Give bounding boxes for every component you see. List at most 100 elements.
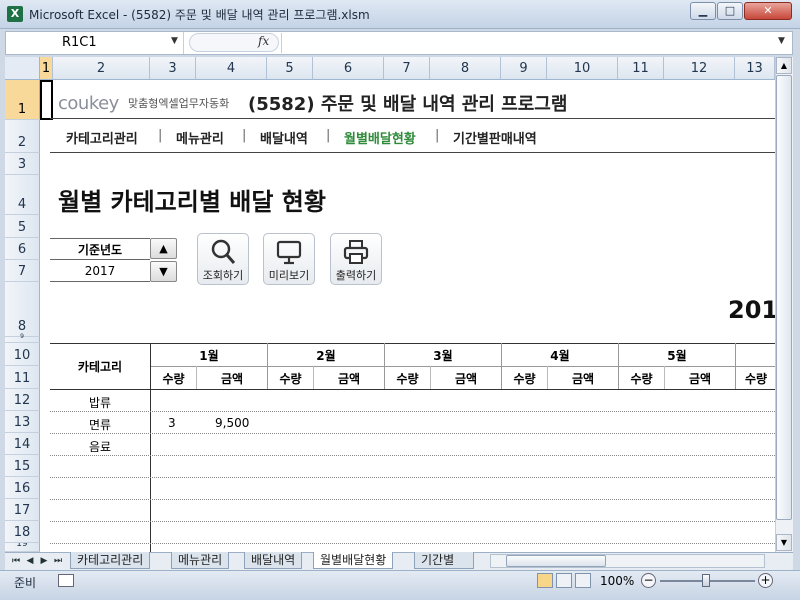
close-button[interactable]: ✕ [744,2,792,20]
zoom-level[interactable]: 100% [600,574,634,588]
nav-category-manage[interactable]: 카테고리관리 [66,128,138,147]
category-column-header: 카테고리 [77,360,123,374]
nav-menu-manage[interactable]: 메뉴관리 [176,128,224,147]
table-month-divider [150,366,775,367]
column-header[interactable]: 10 [547,57,618,80]
first-sheet-icon[interactable]: ⏮ [10,554,22,568]
vertical-scroll-thumb[interactable] [776,75,792,520]
maximize-button[interactable]: □ [717,2,743,20]
zoom-slider-handle[interactable] [702,574,710,587]
column-header[interactable]: 11 [618,57,664,80]
nav-separator: | [326,128,331,143]
active-cell-selection[interactable] [40,80,53,120]
zoom-in-button[interactable]: + [758,573,773,588]
column-header[interactable]: 7 [384,57,430,80]
row-divider [50,411,775,412]
column-header[interactable]: 8 [430,57,501,80]
month-header: 1월 [199,349,219,363]
row-header[interactable]: 3 [5,153,40,175]
qty-header: 수량 [513,372,536,386]
row-header[interactable]: 7 [5,260,40,282]
nav-period-sales[interactable]: 기간별판매내역 [453,128,537,147]
formula-input[interactable] [281,33,775,53]
row-header[interactable]: 5 [5,215,40,238]
row-header[interactable]: 19 [5,543,40,552]
qty-header: 수량 [630,372,653,386]
chevron-down-icon[interactable]: ▼ [171,36,178,46]
row-header[interactable]: 13 [5,411,40,433]
month-header: 5월 [667,349,687,363]
category-cell[interactable]: 면류 [50,416,150,433]
column-header[interactable]: 1 [40,57,53,80]
scroll-down-icon[interactable]: ▼ [776,534,792,551]
category-cell[interactable]: 밥류 [50,394,150,411]
row-header[interactable]: 16 [5,477,40,499]
row-header[interactable]: 2 [5,120,40,153]
page-layout-view-icon[interactable] [556,573,572,588]
sheet-tab-monthly[interactable]: 월별배달현황 [313,552,394,569]
header-divider [50,118,775,119]
amount-header: 금액 [220,372,244,386]
sheet-tab-period[interactable]: 기간별 [414,552,474,569]
amount-header: 금액 [337,372,361,386]
sheet-tab-menu[interactable]: 메뉴관리 [171,552,230,569]
column-header[interactable]: 4 [196,57,267,80]
select-all-corner[interactable] [5,57,40,80]
excel-app-icon[interactable]: X [7,6,23,22]
name-box-value: R1C1 [62,35,97,50]
row-divider [50,521,775,522]
row-header[interactable]: 14 [5,433,40,455]
macro-record-icon[interactable] [58,574,74,587]
page-break-view-icon[interactable] [575,573,591,588]
next-sheet-icon[interactable]: ▶ [38,554,50,568]
nav-divider [50,152,775,153]
row-header[interactable]: 1 [5,80,40,120]
search-button-label: 조회하기 [202,269,244,282]
printer-icon [331,238,381,269]
column-header[interactable]: 2 [53,57,150,80]
row-header[interactable]: 12 [5,389,40,411]
column-header[interactable]: 6 [313,57,384,80]
row-header[interactable]: 4 [5,175,40,215]
zoom-out-button[interactable]: − [641,573,656,588]
row-header[interactable]: 15 [5,455,40,477]
normal-view-icon[interactable] [537,573,553,588]
insert-function-icon[interactable]: fx [258,34,269,48]
row-header[interactable]: 10 [5,343,40,366]
program-title: (5582) 주문 및 배달 내역 관리 프로그램 [248,94,568,115]
column-header[interactable]: 5 [267,57,313,80]
nav-monthly-delivery[interactable]: 월별배달현황 [344,128,416,147]
row-header[interactable]: 17 [5,499,40,521]
year-decrease-button[interactable]: ▼ [150,261,177,282]
print-button[interactable]: 출력하기 [330,233,382,285]
column-header[interactable]: 13 [735,57,775,80]
row-header[interactable]: 6 [5,238,40,260]
row-header[interactable]: 8 [5,282,40,337]
expand-formula-bar-icon[interactable]: ▼ [778,36,785,46]
row-header[interactable]: 18 [5,521,40,543]
amount-cell[interactable]: 9,500 [215,416,249,430]
column-header[interactable]: 3 [150,57,196,80]
sheet-tab-category[interactable]: 카테고리관리 [70,552,151,569]
column-header[interactable]: 9 [501,57,547,80]
table-top-border [50,343,775,344]
nav-delivery-history[interactable]: 배달내역 [260,128,308,147]
column-header[interactable]: 12 [664,57,735,80]
year-increase-button[interactable]: ▲ [150,238,177,259]
scroll-up-icon[interactable]: ▲ [776,57,792,74]
logo-subtitle: 맞춤형엑셀업무자동화 [128,97,230,110]
coukey-logo: coukey [58,93,119,114]
last-sheet-icon[interactable]: ⏭ [52,554,64,568]
search-button[interactable]: 조회하기 [197,233,249,285]
row-header[interactable]: 11 [5,366,40,389]
qty-header: 수량 [396,372,419,386]
horizontal-scroll-thumb[interactable] [506,555,606,567]
sheet-tab-delivery[interactable]: 배달내역 [244,552,303,569]
minimize-button[interactable]: ▁ [690,2,716,20]
category-cell[interactable]: 음료 [50,438,150,455]
preview-button[interactable]: 미리보기 [263,233,315,285]
year-value-cell[interactable]: 2017 [50,260,150,282]
prev-sheet-icon[interactable]: ◀ [24,554,36,568]
page-title: 월별 카테고리별 배달 현황 [58,188,326,216]
qty-cell[interactable]: 3 [168,416,176,430]
